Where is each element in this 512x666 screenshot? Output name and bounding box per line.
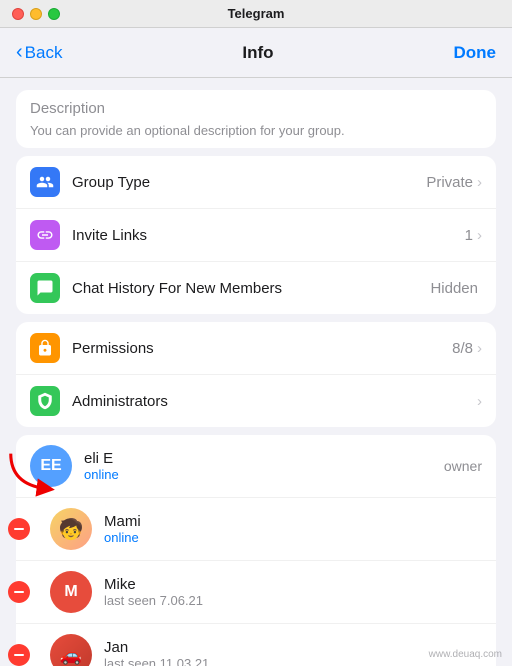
remove-jan-button[interactable] [8, 644, 30, 666]
avatar-mike: M [50, 571, 92, 613]
chevron-right-icon: › [477, 227, 482, 244]
settings-group-2: Permissions 8/8 › Administrators › [16, 322, 496, 427]
back-label: Back [25, 43, 63, 63]
watermark: www.deuaq.com [429, 649, 502, 660]
member-role-eli: owner [444, 458, 482, 474]
description-placeholder[interactable]: Description [30, 100, 482, 117]
permissions-label: Permissions [72, 340, 452, 357]
nav-bar: ‹ Back Info Done [0, 28, 512, 78]
close-button[interactable] [12, 8, 24, 20]
chevron-right-icon: › [477, 174, 482, 191]
group-type-label: Group Type [72, 174, 426, 191]
back-button[interactable]: ‹ Back [16, 43, 62, 63]
member-status-mike: last seen 7.06.21 [104, 593, 482, 608]
settings-group-1: Group Type Private › Invite Links 1 › Ch… [16, 156, 496, 314]
permissions-value: 8/8 [452, 340, 473, 357]
member-info-mike: Mike last seen 7.06.21 [104, 576, 482, 608]
remove-mike-button[interactable] [8, 581, 30, 603]
jan-photo: 🚗 [50, 634, 92, 666]
invite-links-label: Invite Links [72, 227, 465, 244]
member-name-eli: eli E [84, 450, 444, 467]
administrators-label: Administrators [72, 393, 473, 410]
invite-links-icon [30, 220, 60, 250]
member-item-mami[interactable]: 🧒 Mami online [16, 498, 496, 561]
permissions-item[interactable]: Permissions 8/8 › [16, 322, 496, 375]
member-item-eli[interactable]: EE eli E online owner [16, 435, 496, 498]
member-name-mami: Mami [104, 513, 482, 530]
chat-history-item[interactable]: Chat History For New Members Hidden [16, 262, 496, 314]
window-controls [12, 8, 60, 20]
invite-links-value: 1 [465, 227, 473, 244]
chevron-right-icon: › [477, 340, 482, 357]
member-status-mami: online [104, 530, 482, 545]
chat-history-icon [30, 273, 60, 303]
done-button[interactable]: Done [454, 43, 497, 63]
member-status-eli: online [84, 467, 444, 482]
group-type-value: Private [426, 174, 473, 191]
permissions-icon [30, 333, 60, 363]
administrators-item[interactable]: Administrators › [16, 375, 496, 427]
avatar-jan: 🚗 [50, 634, 92, 666]
group-type-icon [30, 167, 60, 197]
minimize-button[interactable] [30, 8, 42, 20]
administrators-icon [30, 386, 60, 416]
invite-links-item[interactable]: Invite Links 1 › [16, 209, 496, 262]
description-hint: You can provide an optional description … [30, 123, 482, 138]
description-section: Description You can provide an optional … [16, 90, 496, 148]
member-name-jan: Jan [104, 639, 482, 656]
maximize-button[interactable] [48, 8, 60, 20]
member-info-eli: eli E online [84, 450, 444, 482]
member-status-jan: last seen 11.03.21 [104, 656, 482, 666]
content-area: Description You can provide an optional … [0, 78, 512, 666]
member-name-mike: Mike [104, 576, 482, 593]
app-title: Telegram [228, 6, 285, 21]
page-title: Info [242, 43, 273, 63]
title-bar: Telegram [0, 0, 512, 28]
chat-history-label: Chat History For New Members [72, 280, 430, 297]
avatar-eli: EE [30, 445, 72, 487]
chevron-left-icon: ‹ [16, 42, 23, 62]
remove-mami-button[interactable] [8, 518, 30, 540]
member-item-mike[interactable]: M Mike last seen 7.06.21 [16, 561, 496, 624]
chat-history-value: Hidden [430, 280, 478, 297]
mami-photo: 🧒 [50, 508, 92, 550]
group-type-item[interactable]: Group Type Private › [16, 156, 496, 209]
member-info-jan: Jan last seen 11.03.21 [104, 639, 482, 666]
member-item-jan[interactable]: 🚗 Jan last seen 11.03.21 [16, 624, 496, 666]
member-info-mami: Mami online [104, 513, 482, 545]
avatar-mami: 🧒 [50, 508, 92, 550]
chevron-right-icon: › [477, 393, 482, 410]
members-group: EE eli E online owner 🧒 Mami online M Mi… [16, 435, 496, 666]
